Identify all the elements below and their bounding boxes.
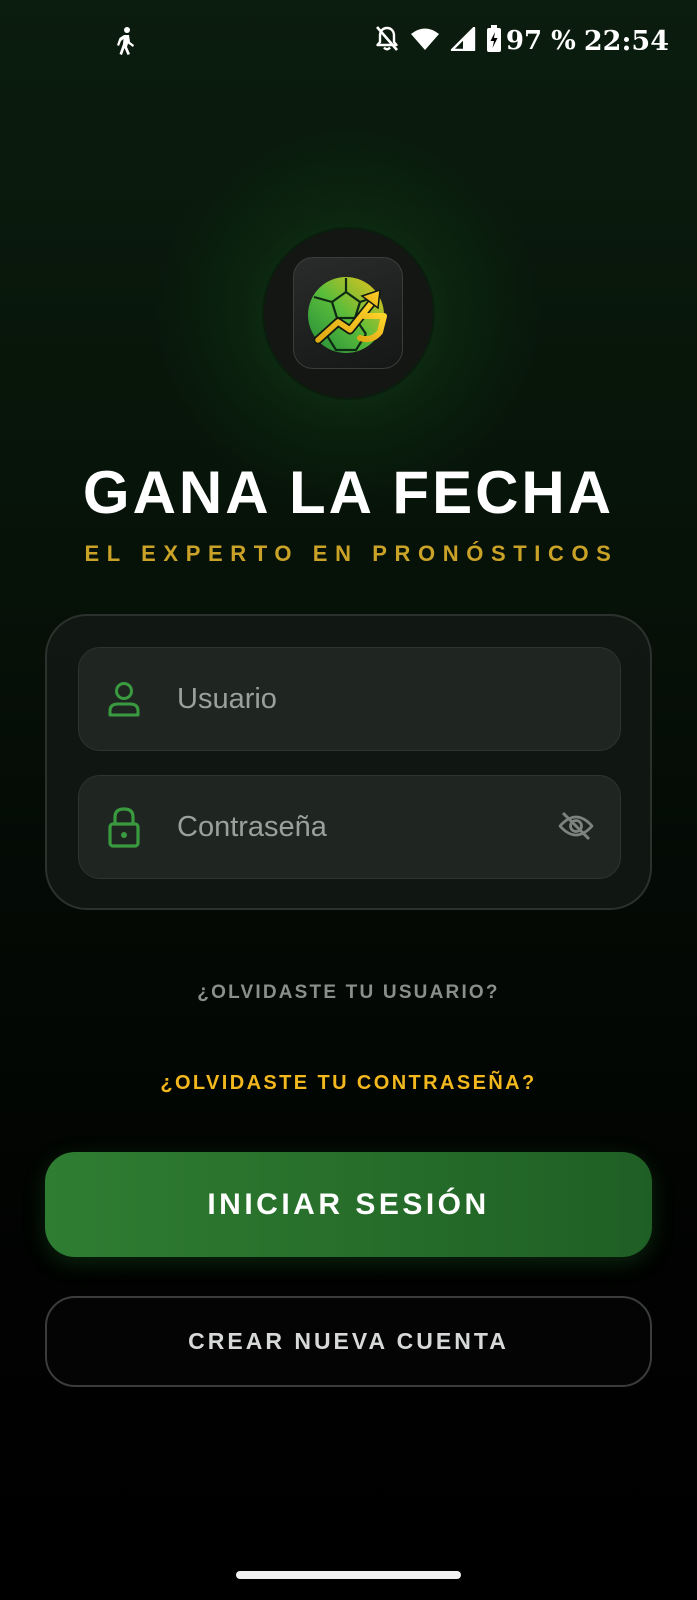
battery-percent: 97 % <box>505 26 576 56</box>
lock-icon <box>107 806 141 853</box>
bell-off-icon <box>374 25 400 58</box>
walking-icon <box>114 26 138 56</box>
app-logo <box>264 229 433 398</box>
wifi-icon <box>410 27 440 56</box>
username-field[interactable] <box>78 647 621 751</box>
password-field[interactable] <box>78 775 621 879</box>
app-subtitle: EL EXPERTO EN PRONÓSTICOS <box>84 541 619 566</box>
battery-charging-icon <box>486 24 502 58</box>
status-bar: 97 % 22:54 <box>0 0 697 82</box>
user-icon <box>107 680 141 723</box>
status-icons: 97 % 22:54 <box>374 22 669 60</box>
create-account-button[interactable]: CREAR NUEVA CUENTA <box>45 1296 652 1387</box>
soccer-ball-trend-arrow-logo <box>308 277 387 353</box>
forgot-username-link[interactable]: ¿OLVIDASTE TU USUARIO? <box>0 982 697 1004</box>
forgot-password-link[interactable]: ¿OLVIDASTE TU CONTRASEÑA? <box>0 1072 697 1095</box>
login-card <box>45 614 652 910</box>
clock: 22:54 <box>583 25 669 57</box>
password-input[interactable] <box>177 800 537 854</box>
app-title: GANA LA FECHA <box>82 459 615 526</box>
home-indicator[interactable] <box>236 1571 461 1579</box>
logo-tile <box>293 257 403 369</box>
eye-off-icon[interactable] <box>558 810 594 847</box>
username-input[interactable] <box>177 672 537 726</box>
login-button[interactable]: INICIAR SESIÓN <box>45 1152 652 1257</box>
signal-icon <box>450 26 476 56</box>
